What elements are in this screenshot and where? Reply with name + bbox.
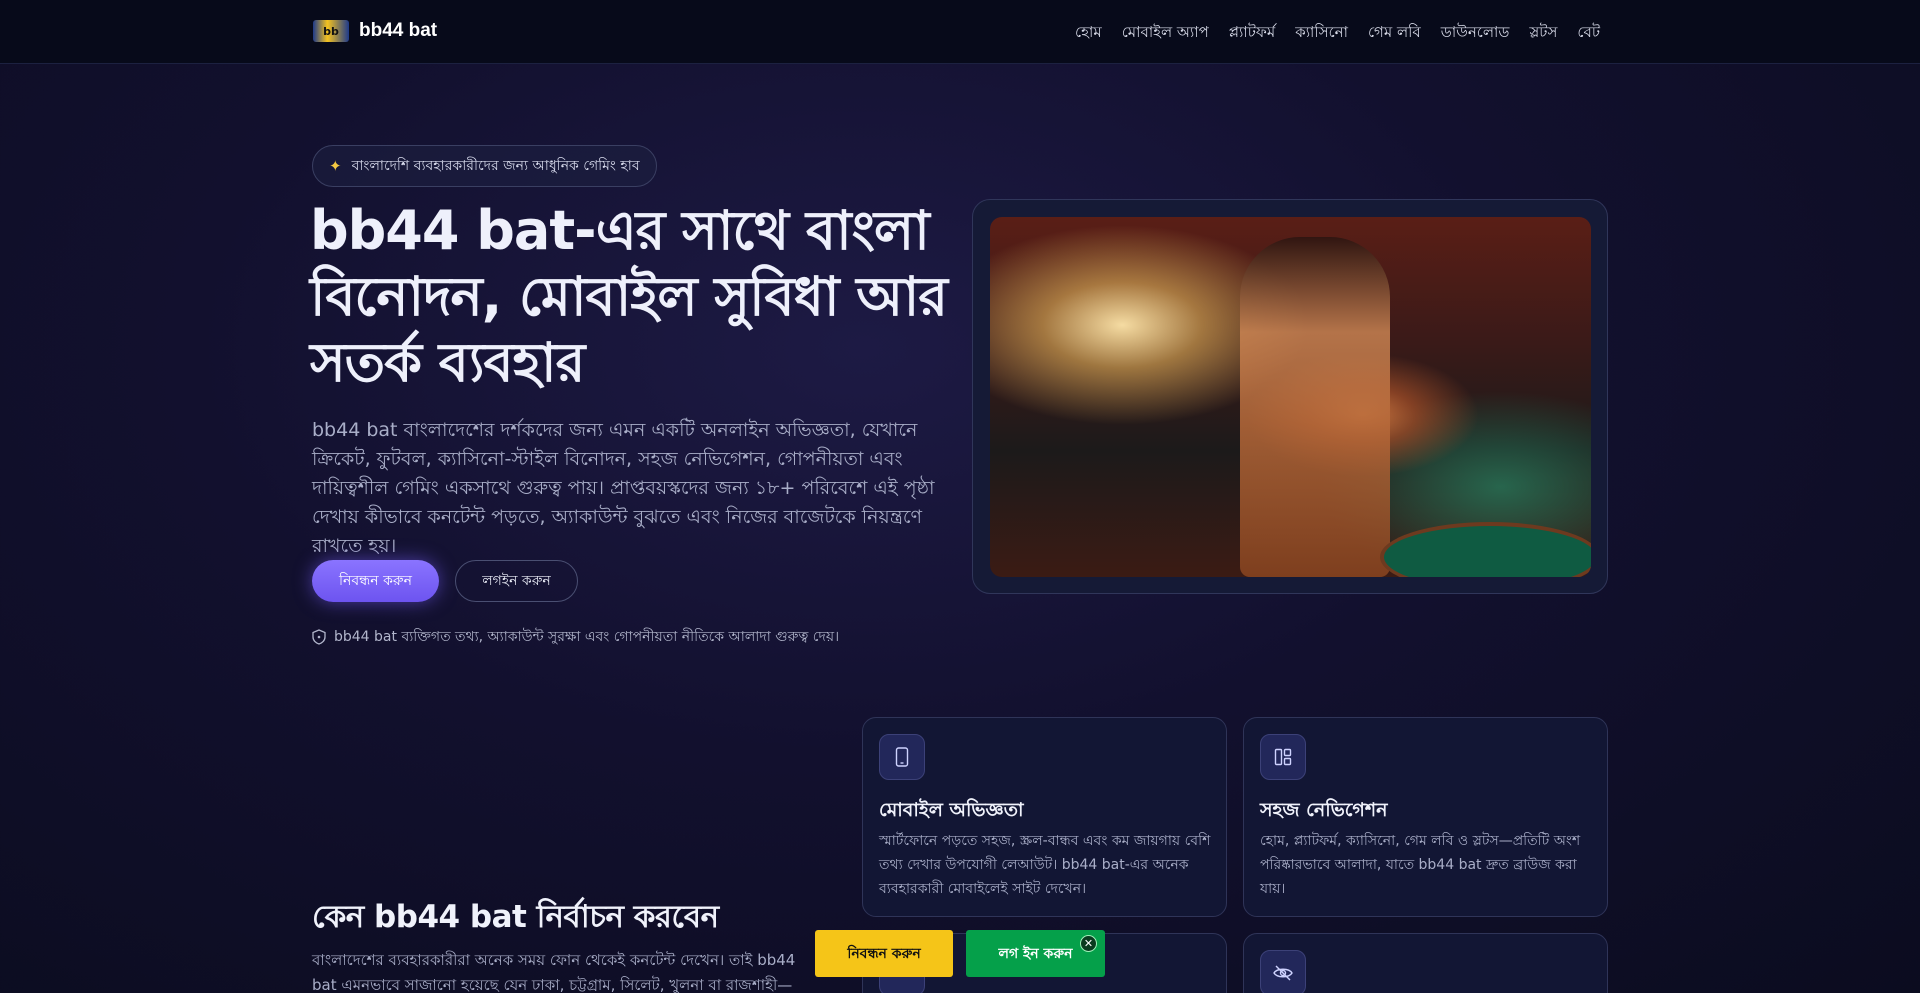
- site-header: bb bb44 bat হোম মোবাইল অ্যাপ প্ল্যাটফর্ম…: [0, 0, 1920, 64]
- layout-icon: [1260, 734, 1306, 780]
- hero-image-card: [972, 199, 1608, 594]
- nav-item-slots[interactable]: স্লটস: [1529, 21, 1557, 46]
- feature-title: সহজ নেভিগেশন: [1260, 799, 1388, 821]
- smartphone-icon: [879, 734, 925, 780]
- hero-image-figure: [1240, 237, 1390, 577]
- nav-item-platform[interactable]: প্ল্যাটফর্ম: [1229, 21, 1275, 46]
- eye-off-icon: [1260, 950, 1306, 993]
- nav-item-mobile-app[interactable]: মোবাইল অ্যাপ: [1122, 21, 1209, 46]
- nav-item-download[interactable]: ডাউনলোড: [1441, 21, 1510, 46]
- hero-description: bb44 bat বাংলাদেশের দর্শকদের জন্য এমন এক…: [312, 419, 935, 557]
- nav-item-bet[interactable]: বেট: [1577, 21, 1600, 46]
- feature-text: হোম, প্ল্যাটফর্ম, ক্যাসিনো, গেম লবি ও স্…: [1260, 833, 1581, 897]
- hero-title: bb44 bat-এর সাথে বাংলা বিনোদন, মোবাইল সু…: [310, 199, 948, 394]
- hero-badge-text: বাংলাদেশি ব্যবহারকারীদের জন্য আধুনিক গেম…: [351, 158, 640, 174]
- login-button[interactable]: লগইন করুন: [455, 560, 578, 602]
- feature-title: মোবাইল অভিজ্ঞতা: [879, 799, 1024, 821]
- hero-badge: ✦ বাংলাদেশি ব্যবহারকারীদের জন্য আধুনিক গ…: [312, 145, 657, 187]
- shield-icon: [312, 629, 326, 645]
- why-section-description: বাংলাদেশের ব্যবহারকারীরা অনেক সময় ফোন থ…: [312, 951, 796, 993]
- register-button[interactable]: নিবন্ধন করুন: [312, 560, 439, 602]
- nav-item-home[interactable]: হোম: [1075, 21, 1102, 46]
- nav-item-casino[interactable]: ক্যাসিনো: [1295, 21, 1348, 46]
- brand[interactable]: bb bb44 bat: [313, 20, 437, 42]
- brand-logo: bb: [313, 20, 349, 42]
- logo-text: bb: [323, 24, 339, 38]
- feature-card-navigation: সহজ নেভিগেশন হোম, প্ল্যাটফর্ম, ক্যাসিনো,…: [1243, 717, 1608, 917]
- privacy-note: bb44 bat ব্যক্তিগত তথ্য, অ্যাকাউন্ট সুরক…: [312, 625, 839, 649]
- hero-image: [990, 217, 1591, 577]
- main-nav: হোম মোবাইল অ্যাপ প্ল্যাটফর্ম ক্যাসিনো গে…: [1075, 21, 1600, 46]
- sticky-register-button[interactable]: নিবন্ধন করুন: [815, 930, 953, 977]
- feature-card-privacy: [1243, 933, 1608, 993]
- nav-item-game-lobby[interactable]: গেম লবি: [1368, 21, 1421, 46]
- hero-image-table: [1380, 522, 1591, 577]
- sparkle-icon: ✦: [329, 157, 342, 175]
- feature-card-mobile: মোবাইল অভিজ্ঞতা স্মার্টফোনে পড়তে সহজ, স…: [862, 717, 1227, 917]
- why-section-title: কেন bb44 bat নির্বাচন করবেন: [312, 899, 719, 935]
- privacy-note-text: bb44 bat ব্যক্তিগত তথ্য, অ্যাকাউন্ট সুরক…: [334, 629, 840, 645]
- close-icon[interactable]: ✕: [1080, 935, 1097, 952]
- feature-text: স্মার্টফোনে পড়তে সহজ, স্ক্রল-বান্ধব এবং…: [879, 833, 1211, 897]
- brand-name: bb44 bat: [359, 20, 438, 41]
